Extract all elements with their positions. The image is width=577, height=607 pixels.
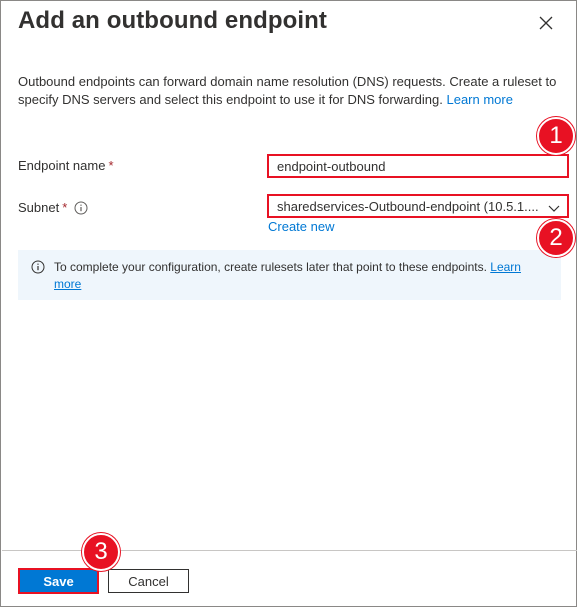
close-button[interactable] — [533, 10, 559, 36]
save-button[interactable]: Save — [18, 568, 99, 594]
endpoint-name-input[interactable]: endpoint-outbound — [267, 154, 569, 178]
dialog-description: Outbound endpoints can forward domain na… — [18, 73, 558, 109]
learn-more-link[interactable]: Learn more — [446, 92, 512, 107]
info-icon[interactable] — [74, 201, 88, 215]
callout-marker-3: 3 — [82, 533, 120, 571]
required-marker: * — [62, 200, 68, 215]
endpoint-name-label-text: Endpoint name — [18, 158, 106, 173]
endpoint-name-label: Endpoint name * — [18, 158, 114, 173]
callout-marker-1: 1 — [537, 117, 575, 155]
subnet-label: Subnet * — [18, 200, 88, 215]
close-icon — [539, 16, 553, 30]
subnet-dropdown[interactable]: sharedservices-Outbound-endpoint (10.5.1… — [267, 194, 569, 218]
info-bar-text: To complete your configuration, create r… — [54, 260, 487, 274]
dialog-title: Add an outbound endpoint — [18, 7, 327, 34]
chevron-down-icon — [548, 201, 560, 216]
info-icon — [31, 260, 45, 279]
callout-marker-2: 2 — [537, 219, 575, 257]
required-marker: * — [108, 158, 114, 173]
create-new-link[interactable]: Create new — [268, 219, 334, 234]
dialog-panel: Add an outbound endpoint Outbound endpoi… — [0, 0, 577, 607]
subnet-selected-value: sharedservices-Outbound-endpoint (10.5.1… — [277, 199, 539, 214]
endpoint-name-value: endpoint-outbound — [277, 159, 386, 174]
info-bar: To complete your configuration, create r… — [18, 250, 561, 300]
subnet-label-text: Subnet — [18, 200, 60, 215]
cancel-button[interactable]: Cancel — [108, 569, 189, 593]
